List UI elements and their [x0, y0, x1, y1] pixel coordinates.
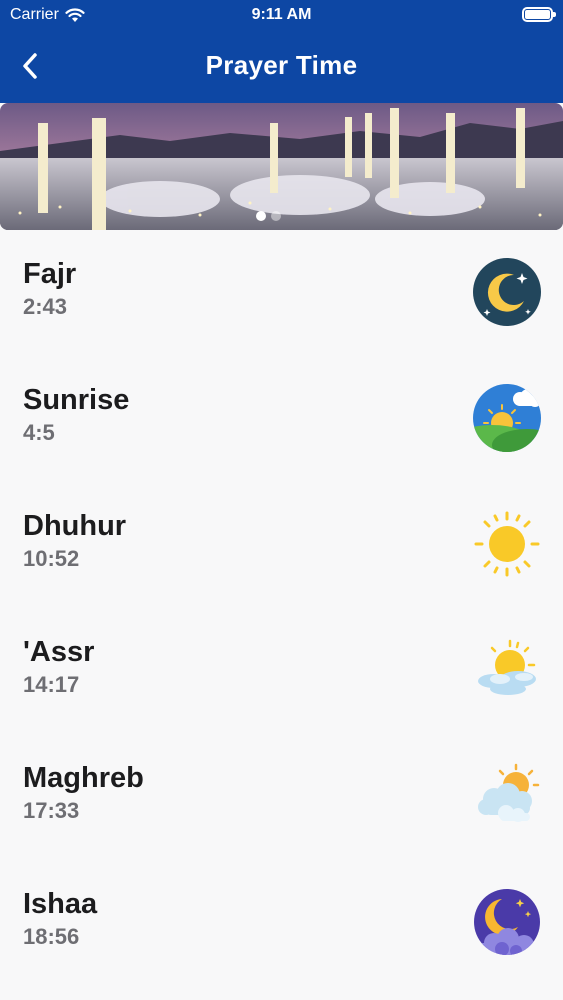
mosque-banner-carousel[interactable] — [0, 103, 563, 230]
page-title: Prayer Time — [205, 50, 358, 80]
prayer-name: Dhuhur — [23, 510, 127, 542]
crescent-moon-night-icon — [473, 258, 541, 326]
prayer-row-sunrise[interactable]: Sunrise 4:5 — [0, 356, 563, 482]
sun-setting-cloud-icon — [478, 763, 540, 822]
status-bar: Carrier 9:11 AM — [0, 0, 563, 30]
prayer-time: 10:52 — [23, 546, 80, 571]
battery-icon — [522, 7, 556, 22]
prayer-row-dhuhur[interactable]: Dhuhur 10:52 — [0, 482, 563, 608]
prayer-row-ishaa[interactable]: Ishaa 18:56 — [0, 860, 563, 986]
prayer-name: Sunrise — [23, 384, 130, 416]
night-moon-clouds-icon — [474, 889, 540, 955]
prayer-row-assr[interactable]: 'Assr 14:17 — [0, 608, 563, 734]
sun-icon — [474, 511, 540, 577]
prayer-times-list: Fajr 2:43 Sunrise 4:5 Dhuhur 10:52 'Assr… — [0, 230, 563, 986]
prayer-name: Fajr — [23, 258, 77, 290]
sun-behind-cloud-icon — [478, 639, 536, 695]
header-bar: Carrier 9:11 AM Prayer Time — [0, 0, 563, 103]
prayer-time: 14:17 — [23, 672, 80, 697]
sunrise-landscape-icon — [473, 384, 541, 452]
prayer-time: 18:56 — [23, 924, 80, 949]
prayer-row-maghreb[interactable]: Maghreb 17:33 — [0, 734, 563, 860]
carousel-dot-active — [256, 211, 266, 221]
prayer-name: Ishaa — [23, 888, 98, 920]
prayer-name: Maghreb — [23, 762, 144, 794]
status-time: 9:11 AM — [251, 6, 312, 23]
navigation-bar: Prayer Time — [0, 36, 563, 96]
carousel-dot — [271, 211, 281, 221]
prayer-time: 4:5 — [23, 420, 55, 445]
prayer-row-fajr[interactable]: Fajr 2:43 — [0, 230, 563, 356]
prayer-time: 2:43 — [23, 294, 68, 319]
prayer-time: 17:33 — [23, 798, 80, 823]
mosque-banner-image — [0, 103, 563, 230]
prayer-name: 'Assr — [23, 636, 95, 668]
